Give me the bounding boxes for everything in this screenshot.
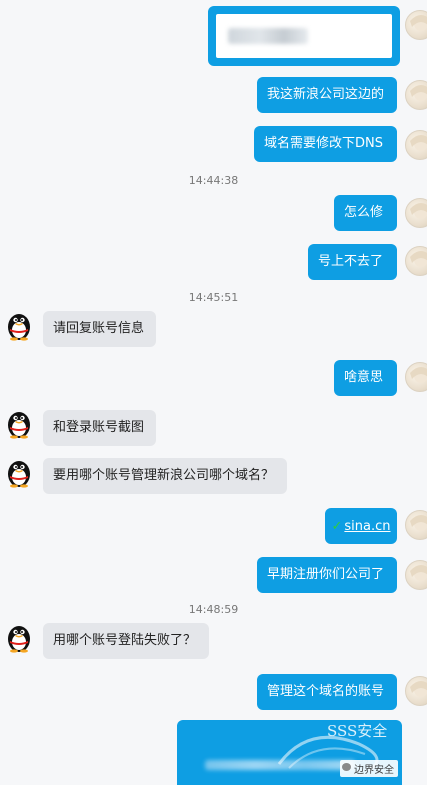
incoming-message[interactable]: 和登录账号截图: [43, 410, 156, 446]
chat-window: 我这新浪公司这边的 域名需要修改下DNS 14:44:38 怎么修 号上不去了 …: [0, 0, 427, 785]
check-icon: ✓: [331, 518, 343, 534]
watermark-sss: SSS安全: [327, 722, 388, 740]
outgoing-message[interactable]: 早期注册你们公司了: [257, 557, 397, 593]
message-text: 用哪个账号登陆失败了？: [53, 633, 197, 648]
my-avatar-icon[interactable]: [405, 130, 427, 160]
redacted-message-bubble[interactable]: [208, 6, 400, 66]
message-text: 请回复账号信息: [53, 321, 145, 336]
qq-penguin-icon[interactable]: [4, 456, 34, 488]
outgoing-message[interactable]: 号上不去了: [308, 244, 397, 280]
redacted-text: [228, 28, 308, 44]
timestamp: 14:45:51: [188, 291, 239, 304]
message-text: 怎么修: [344, 205, 384, 220]
outgoing-message[interactable]: 域名需要修改下DNS: [254, 126, 397, 162]
message-text: 号上不去了: [318, 254, 384, 269]
watermark-brand: 边界安全: [340, 760, 398, 777]
timestamp: 14:44:38: [188, 174, 239, 187]
message-text: 和登录账号截图: [53, 420, 145, 435]
outgoing-message[interactable]: 我这新浪公司这边的: [257, 77, 397, 113]
outgoing-message[interactable]: 管理这个域名的账号: [257, 674, 397, 710]
outgoing-message[interactable]: 啥意思: [334, 360, 397, 396]
incoming-message[interactable]: 用哪个账号登陆失败了？: [43, 623, 209, 659]
message-text: 要用哪个账号管理新浪公司哪个域名？: [53, 468, 275, 483]
message-text: 早期注册你们公司了: [267, 567, 385, 582]
message-text: 管理这个域名的账号: [267, 684, 385, 699]
message-text: 我这新浪公司这边的: [267, 87, 385, 102]
my-avatar-icon[interactable]: [405, 80, 427, 110]
incoming-message[interactable]: 要用哪个账号管理新浪公司哪个域名？: [43, 458, 287, 494]
message-text: 啥意思: [344, 370, 384, 385]
timestamp: 14:48:59: [188, 603, 239, 616]
my-avatar-icon[interactable]: [405, 246, 427, 276]
qq-penguin-icon[interactable]: [4, 407, 34, 439]
my-avatar-icon[interactable]: [405, 362, 427, 392]
my-avatar-icon[interactable]: [405, 676, 427, 706]
my-avatar-icon[interactable]: [405, 198, 427, 228]
my-avatar-icon[interactable]: [405, 510, 427, 540]
domain-link[interactable]: sina.cn: [344, 519, 390, 534]
qq-penguin-icon[interactable]: [4, 621, 34, 653]
redacted-content: [216, 14, 392, 58]
outgoing-link-message[interactable]: ✓ sina.cn: [325, 508, 397, 544]
my-avatar-icon[interactable]: [405, 10, 427, 40]
qq-penguin-icon[interactable]: [4, 309, 34, 341]
message-text: 域名需要修改下DNS: [264, 136, 383, 151]
incoming-message[interactable]: 请回复账号信息: [43, 311, 156, 347]
outgoing-message[interactable]: 怎么修: [334, 195, 397, 231]
my-avatar-icon[interactable]: [405, 560, 427, 590]
